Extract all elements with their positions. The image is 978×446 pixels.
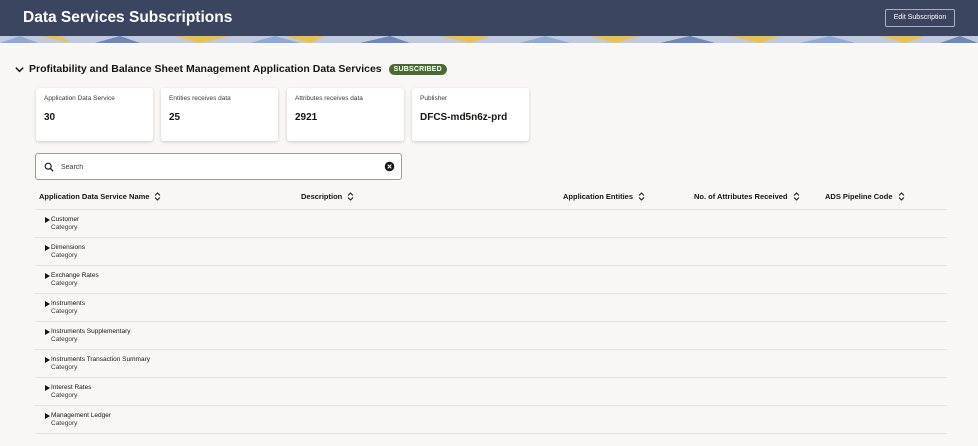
column-header-application-entities[interactable]: Application Entities: [563, 190, 645, 202]
column-header-label: Application Entities: [563, 191, 634, 201]
caret-right-icon[interactable]: [45, 329, 50, 335]
card-label: Publisher: [420, 95, 448, 102]
decorative-pattern-band: [0, 36, 978, 43]
summary-card-application-data-service: Application Data Service 30: [36, 88, 153, 141]
clear-search-icon[interactable]: [384, 161, 395, 172]
row-type: Category: [51, 420, 78, 427]
summary-card-attributes: Attributes receives data 2921: [287, 88, 404, 141]
caret-right-icon[interactable]: [45, 245, 50, 251]
table-row[interactable]: Instruments Transaction Summary Category: [35, 350, 947, 378]
table-row[interactable]: Exchange Rates Category: [35, 266, 947, 294]
summary-card-entities: Entities receives data 25: [161, 88, 278, 141]
search-input[interactable]: [61, 161, 361, 173]
card-value: DFCS-md5n6z-prd: [420, 112, 508, 123]
card-value: 25: [169, 112, 181, 123]
search-icon: [44, 162, 54, 172]
card-value: 2921: [295, 112, 318, 123]
column-header-label: Application Data Service Name: [39, 191, 150, 201]
row-name: Management Ledger: [51, 412, 111, 419]
row-name: Exchange Rates: [51, 272, 99, 279]
row-type: Category: [51, 392, 78, 399]
row-type: Category: [51, 308, 78, 315]
status-badge: SUBSCRIBED: [388, 63, 447, 75]
row-name: Dimensions: [51, 244, 85, 251]
row-name: Instruments: [51, 300, 85, 307]
column-header-service-name[interactable]: Application Data Service Name: [39, 190, 161, 202]
table-row[interactable]: Instruments Category: [35, 294, 947, 322]
caret-right-icon[interactable]: [45, 385, 50, 391]
section-header[interactable]: Profitability and Balance Sheet Manageme…: [14, 62, 447, 76]
page-header: Data Services Subscriptions Edit Subscri…: [0, 0, 978, 43]
column-header-label: ADS Pipeline Code: [825, 191, 893, 201]
sort-icon[interactable]: [347, 191, 354, 201]
caret-right-icon[interactable]: [45, 273, 50, 279]
table-row[interactable]: Interest Rates Category: [35, 378, 947, 406]
section-title: Profitability and Balance Sheet Manageme…: [29, 63, 382, 75]
row-type: Category: [51, 280, 78, 287]
column-header-pipeline-code[interactable]: ADS Pipeline Code: [825, 190, 905, 202]
chevron-down-icon[interactable]: [14, 64, 25, 75]
search-box[interactable]: [35, 153, 402, 180]
sort-icon[interactable]: [898, 191, 905, 201]
card-label: Entities receives data: [169, 95, 231, 102]
card-label: Attributes receives data: [295, 95, 363, 102]
caret-right-icon[interactable]: [45, 413, 50, 419]
sort-icon[interactable]: [793, 191, 800, 201]
table-row[interactable]: Management Ledger Category: [35, 406, 947, 434]
edit-subscription-button[interactable]: Edit Subscription: [885, 9, 955, 27]
row-name: Instruments Supplementary: [51, 328, 131, 335]
card-value: 30: [44, 112, 56, 123]
column-header-attributes-received[interactable]: No. of Attributes Received: [694, 190, 800, 202]
summary-card-publisher: Publisher DFCS-md5n6z-prd: [412, 88, 529, 141]
page-title: Data Services Subscriptions: [23, 9, 233, 26]
row-name: Customer: [51, 216, 80, 223]
table-row[interactable]: Instruments Supplementary Category: [35, 322, 947, 350]
column-header-description[interactable]: Description: [301, 190, 354, 202]
column-header-label: Description: [301, 191, 343, 201]
card-label: Application Data Service: [44, 95, 115, 102]
caret-right-icon[interactable]: [45, 301, 50, 307]
row-type: Category: [51, 224, 78, 231]
sort-icon[interactable]: [154, 191, 161, 201]
caret-right-icon[interactable]: [45, 357, 50, 363]
row-type: Category: [51, 252, 78, 259]
sort-icon[interactable]: [638, 191, 645, 201]
row-name: Instruments Transaction Summary: [51, 356, 150, 363]
row-type: Category: [51, 336, 78, 343]
caret-right-icon[interactable]: [45, 217, 50, 223]
row-type: Category: [51, 364, 78, 371]
row-name: Interest Rates: [51, 384, 92, 391]
row-divider: [35, 433, 947, 434]
table-row[interactable]: Customer Category: [35, 210, 947, 238]
table-row[interactable]: Dimensions Category: [35, 238, 947, 266]
column-header-label: No. of Attributes Received: [694, 191, 788, 201]
